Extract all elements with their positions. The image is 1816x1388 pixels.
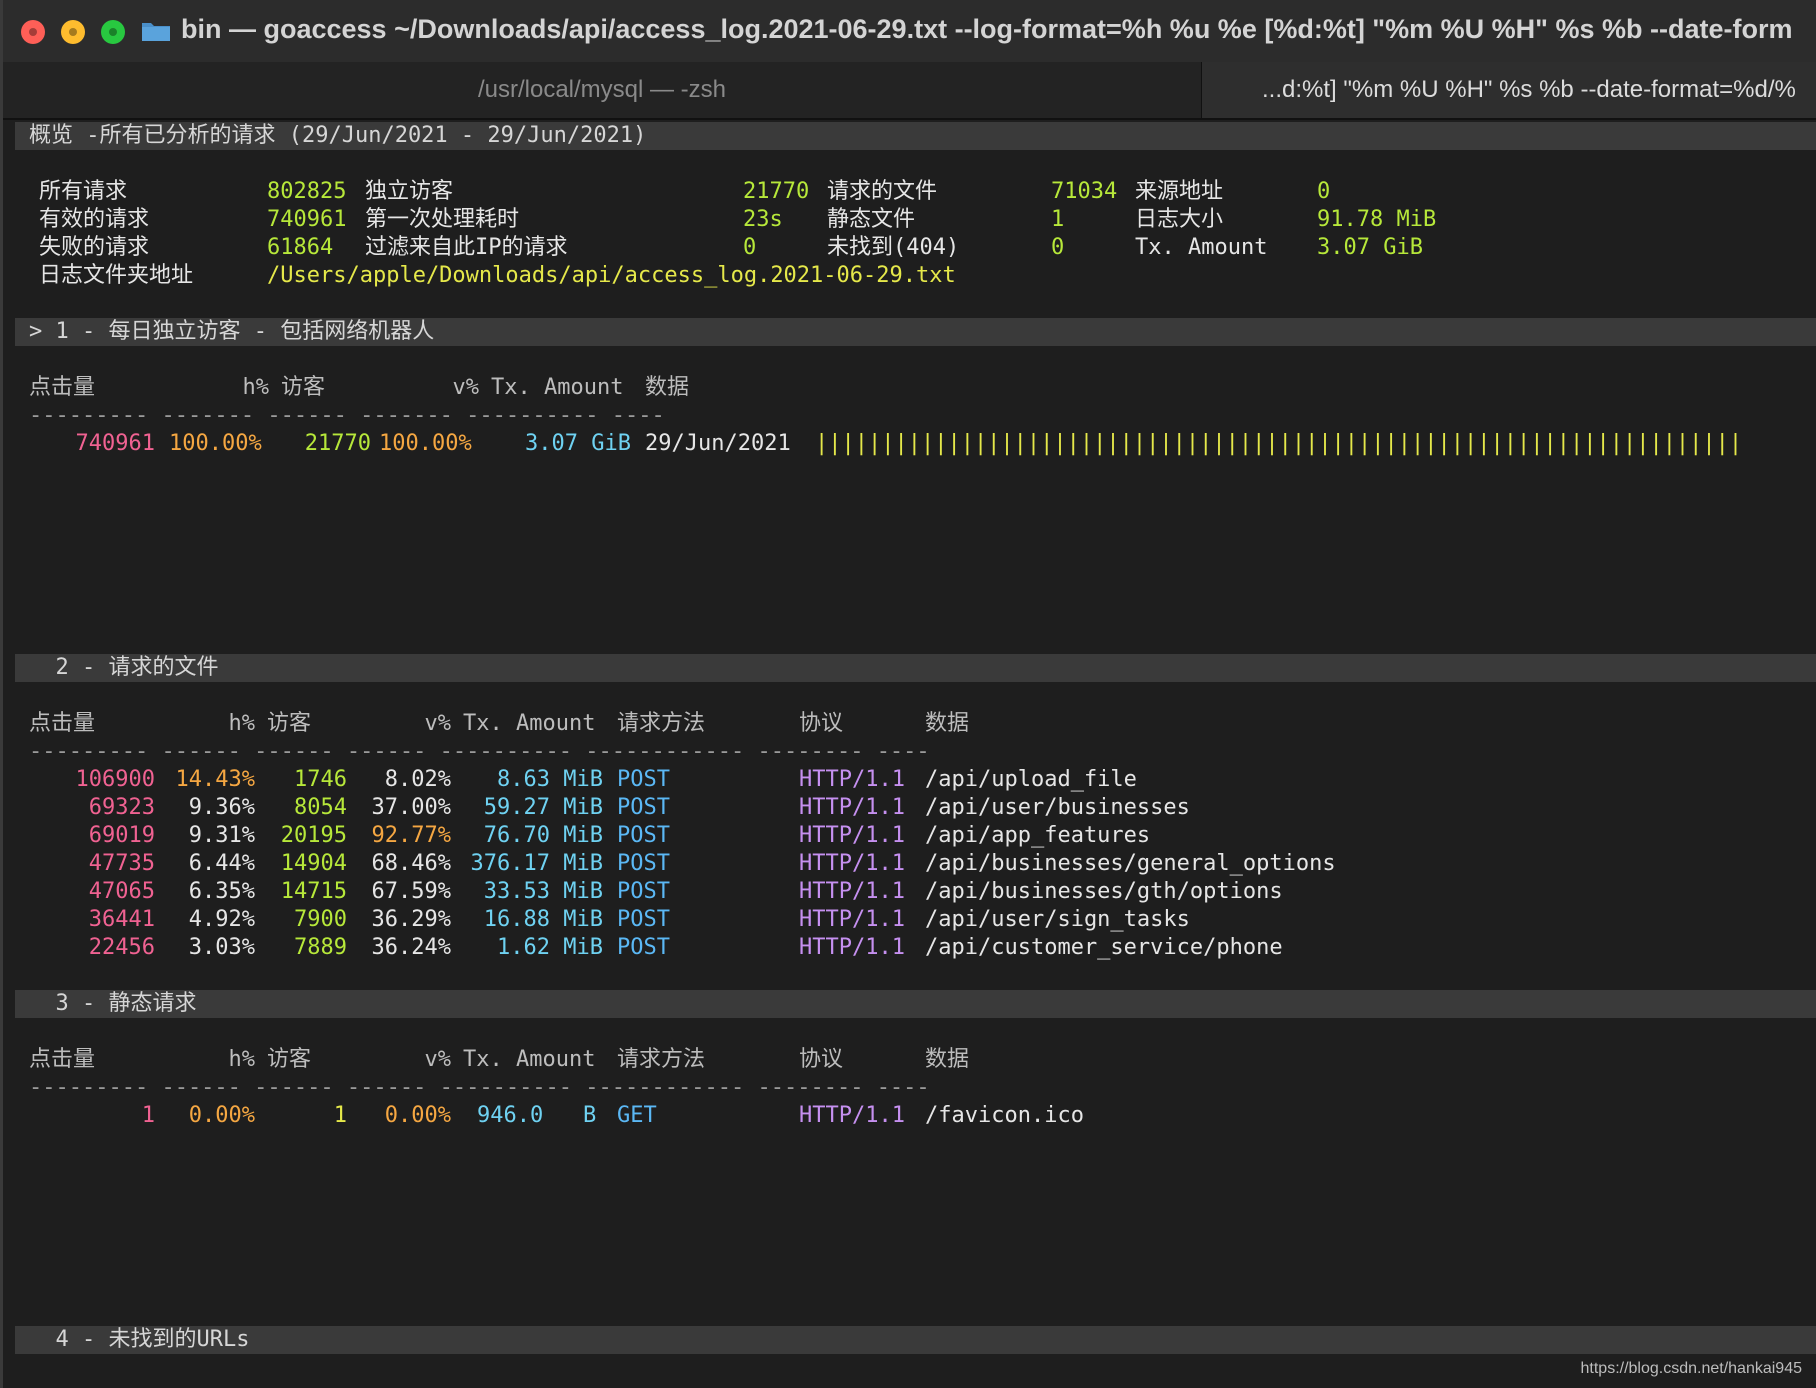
- col-h-pct: h%: [228, 711, 256, 736]
- tab-goaccess[interactable]: ...d:%t] "%m %U %H" %s %b --date-format=…: [1201, 62, 1816, 118]
- col-h-pct: h%: [242, 375, 270, 400]
- stat-label: 来源地址: [1135, 179, 1224, 204]
- stat-value: 802825: [267, 179, 347, 204]
- stat-value: 0: [743, 235, 757, 260]
- overview-row-2: 有效的请求 740961 第一次处理耗时 23s 静态文件 1 日志大小 91.…: [15, 206, 1816, 234]
- stat-label: 独立访客: [365, 179, 454, 204]
- col-hits: 点击量: [29, 1047, 96, 1072]
- col-v-pct: v%: [424, 711, 452, 736]
- table-row[interactable]: 36441 4.92% 7900 36.29% 16.88 MiB POST H…: [15, 906, 1816, 934]
- panel-2-header[interactable]: 2 - 请求的文件: [15, 654, 1816, 682]
- stat-label: 请求的文件: [827, 179, 938, 204]
- terminal-window: bin — goaccess ~/Downloads/api/access_lo…: [0, 0, 1816, 1388]
- logfile-label: 日志文件夹地址: [39, 263, 194, 288]
- table-row[interactable]: 740961 100.00% 21770 100.00% 3.07 GiB 29…: [15, 430, 1816, 458]
- col-visitors: 访客: [281, 375, 326, 400]
- stat-value: 740961: [267, 207, 347, 232]
- col-hits: 点击量: [29, 375, 96, 400]
- panel-2-column-headers: 点击量 h% 访客 v% Tx. Amount 请求方法 协议 数据: [15, 710, 1816, 738]
- table-row[interactable]: 22456 3.03% 7889 36.24% 1.62 MiB POST HT…: [15, 934, 1816, 962]
- window-title: bin — goaccess ~/Downloads/api/access_lo…: [181, 14, 1793, 44]
- panel-1-column-headers: 点击量 h% 访客 v% Tx. Amount 数据: [15, 374, 1816, 402]
- col-data: 数据: [925, 1047, 970, 1072]
- tab-bar: /usr/local/mysql — -zsh ...d:%t] "%m %U …: [3, 62, 1816, 120]
- table-row[interactable]: 106900 14.43% 1746 8.02% 8.63 MiB POST H…: [15, 766, 1816, 794]
- stat-label: Tx. Amount: [1135, 235, 1268, 260]
- table-row[interactable]: 69019 9.31% 20195 92.77% 76.70 MiB POST …: [15, 822, 1816, 850]
- stat-value: 21770: [743, 179, 810, 204]
- stat-value: 0: [1051, 235, 1065, 260]
- panel-3-header[interactable]: 3 - 静态请求: [15, 990, 1816, 1018]
- stat-label: 有效的请求: [39, 207, 150, 232]
- col-v-pct: v%: [424, 1047, 452, 1072]
- col-tx: Tx. Amount: [463, 1047, 596, 1072]
- col-data: 数据: [925, 711, 970, 736]
- col-hits: 点击量: [29, 711, 96, 736]
- stat-label: 未找到(404): [827, 235, 960, 260]
- panel-3-separator: --------- ------ ------ ------ ---------…: [29, 1075, 930, 1100]
- stat-value: 23s: [743, 207, 783, 232]
- panel-1-header[interactable]: > 1 - 每日独立访客 - 包括网络机器人: [15, 318, 1816, 346]
- overview-header: 概览 -所有已分析的请求 (29/Jun/2021 - 29/Jun/2021): [15, 122, 1816, 150]
- terminal-content[interactable]: 概览 -所有已分析的请求 (29/Jun/2021 - 29/Jun/2021)…: [15, 120, 1816, 1388]
- stat-value: 91.78 MiB: [1317, 207, 1437, 232]
- stat-value: 3.07 GiB: [1317, 235, 1423, 260]
- logfile-path: /Users/apple/Downloads/api/access_log.20…: [267, 263, 956, 288]
- panel-4-header[interactable]: 4 - 未找到的URLs: [15, 1326, 1816, 1354]
- table-row[interactable]: 1 0.00% 1 0.00% 946.0 B GET HTTP/1.1 /fa…: [15, 1102, 1816, 1130]
- zoom-button[interactable]: [101, 20, 125, 44]
- overview-row-3: 失败的请求 61864 过滤来自此IP的请求 0 未找到(404) 0 Tx. …: [15, 234, 1816, 262]
- col-method: 请求方法: [617, 711, 706, 736]
- table-row[interactable]: 47065 6.35% 14715 67.59% 33.53 MiB POST …: [15, 878, 1816, 906]
- col-visitors: 访客: [267, 711, 312, 736]
- stat-label: 失败的请求: [39, 235, 150, 260]
- overview-logfile-row: 日志文件夹地址 /Users/apple/Downloads/api/acces…: [15, 262, 1816, 290]
- close-button[interactable]: [21, 20, 45, 44]
- col-h-pct: h%: [228, 1047, 256, 1072]
- stat-value: 0: [1317, 179, 1331, 204]
- stat-value: 71034: [1051, 179, 1118, 204]
- visitor-bar: ||||||||||||||||||||||||||||||||||||||||…: [815, 431, 1743, 456]
- stat-label: 过滤来自此IP的请求: [365, 235, 568, 260]
- panel-3-column-headers: 点击量 h% 访客 v% Tx. Amount 请求方法 协议 数据: [15, 1046, 1816, 1074]
- stat-label: 日志大小: [1135, 207, 1224, 232]
- stat-value: 61864: [267, 235, 334, 260]
- col-protocol: 协议: [799, 711, 844, 736]
- table-row[interactable]: 69323 9.36% 8054 37.00% 59.27 MiB POST H…: [15, 794, 1816, 822]
- col-protocol: 协议: [799, 1047, 844, 1072]
- table-row[interactable]: 47735 6.44% 14904 68.46% 376.17 MiB POST…: [15, 850, 1816, 878]
- col-method: 请求方法: [617, 1047, 706, 1072]
- watermark: https://blog.csdn.net/hankai945: [1580, 1360, 1803, 1377]
- stat-value: 1: [1051, 207, 1065, 232]
- stat-label: 静态文件: [827, 207, 916, 232]
- title-bar[interactable]: bin — goaccess ~/Downloads/api/access_lo…: [3, 0, 1816, 63]
- panel-2-separator: --------- ------ ------ ------ ---------…: [29, 739, 930, 764]
- panel-1-separator: --------- ------- ------ ------- -------…: [29, 403, 665, 428]
- overview-row-1: 所有请求 802825 独立访客 21770 请求的文件 71034 来源地址 …: [15, 178, 1816, 206]
- col-visitors: 访客: [267, 1047, 312, 1072]
- stat-label: 第一次处理耗时: [365, 207, 520, 232]
- tab-mysql-zsh[interactable]: /usr/local/mysql — -zsh: [3, 62, 1201, 118]
- col-v-pct: v%: [452, 375, 480, 400]
- col-tx: Tx. Amount: [463, 711, 596, 736]
- col-tx: Tx. Amount: [491, 375, 624, 400]
- minimize-button[interactable]: [61, 20, 85, 44]
- col-data: 数据: [645, 375, 690, 400]
- folder-icon: [142, 23, 170, 41]
- stat-label: 所有请求: [39, 179, 128, 204]
